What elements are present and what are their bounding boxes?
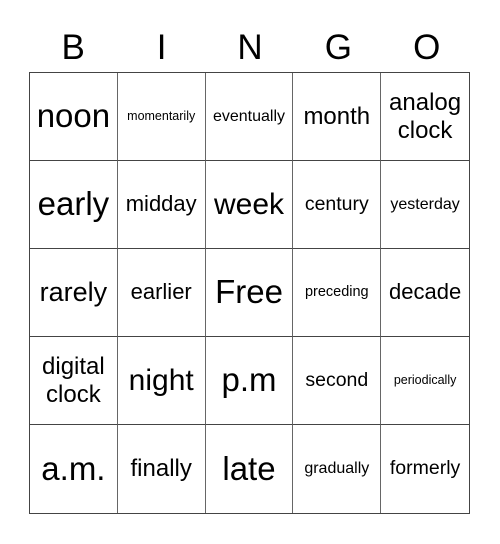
bingo-cell[interactable]: week — [205, 161, 294, 249]
bingo-cell[interactable]: finally — [118, 425, 206, 513]
header-letter-i: I — [156, 28, 167, 67]
bingo-cell[interactable]: month — [293, 73, 382, 161]
header-letter-b: B — [61, 28, 85, 67]
header-letter-g: G — [324, 28, 352, 67]
bingo-header: B I N G O — [29, 28, 471, 68]
bingo-cell[interactable]: second — [293, 337, 382, 425]
bingo-cell[interactable]: earlier — [117, 249, 206, 337]
bingo-cell[interactable]: century — [293, 161, 382, 249]
bingo-cell[interactable]: gradually — [293, 425, 382, 513]
bingo-cell[interactable]: momentarily — [117, 73, 206, 161]
bingo-grid: noon momentarily eventually month analog… — [29, 72, 470, 514]
bingo-cell[interactable]: decade — [381, 249, 469, 337]
bingo-cell[interactable]: night — [117, 337, 206, 425]
bingo-cell[interactable]: noon — [30, 73, 118, 161]
bingo-cell[interactable]: analog clock — [381, 73, 469, 161]
bingo-cell[interactable]: a.m. — [30, 425, 118, 513]
bingo-cell[interactable]: formerly — [381, 425, 469, 513]
bingo-cell[interactable]: early — [30, 161, 118, 249]
free-space-cell[interactable]: Free — [205, 249, 294, 337]
bingo-cell[interactable]: yesterday — [381, 161, 469, 249]
bingo-cell[interactable]: midday — [117, 161, 206, 249]
bingo-cell[interactable]: preceding — [293, 249, 382, 337]
header-letter-n: N — [237, 28, 263, 67]
bingo-cell[interactable]: periodically — [381, 337, 469, 425]
bingo-cell[interactable]: eventually — [205, 73, 294, 161]
header-letter-o: O — [413, 28, 441, 67]
bingo-cell[interactable]: rarely — [30, 249, 118, 337]
bingo-cell[interactable]: late — [206, 425, 294, 513]
bingo-cell[interactable]: p.m — [205, 337, 294, 425]
bingo-cell[interactable]: digital clock — [30, 337, 118, 425]
